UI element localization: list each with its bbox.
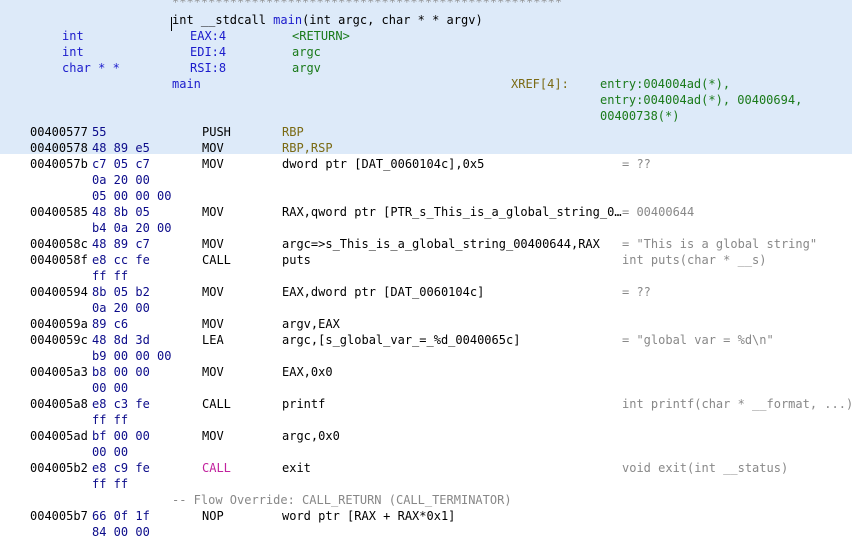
function-signature[interactable]: int __stdcall main(int argc, char * * ar… [172,12,483,28]
row-comment: = "This is a global string" [622,237,818,251]
row-mnemonic[interactable]: MOV [202,428,224,444]
row-address[interactable]: 00400578 [30,140,88,156]
row-bytes: 00 00 [92,381,129,395]
row-bytes: 0a 20 00 [92,173,150,187]
row-address[interactable]: 00400594 [30,284,88,300]
xref-entry[interactable]: entry:004004ad(*), [600,76,730,92]
row-bytes: ff ff [92,477,129,491]
param-name[interactable]: argc [292,44,321,60]
row-address[interactable]: 00400585 [30,204,88,220]
xref-entry[interactable]: entry:004004ad(*), 00400694, [600,92,802,108]
row-address[interactable]: 0040058f [30,252,88,268]
row-bytes: e8 c9 fe [92,461,150,475]
row-address[interactable]: 004005ad [30,428,88,444]
row-mnemonic[interactable]: MOV [202,284,224,300]
row-address[interactable]: 0040059a [30,316,88,332]
row-bytes: 00 00 [92,445,129,459]
row-bytes: b4 0a 20 00 [92,221,172,235]
row-address[interactable]: 004005b7 [30,508,88,524]
signature-prefix: int __stdcall [172,13,274,27]
param-name[interactable]: <RETURN> [292,28,350,44]
row-bytes: ff ff [92,413,129,427]
row-bytes: 0a 20 00 [92,301,150,315]
row-bytes: b9 00 00 00 [92,349,172,363]
row-bytes: 48 8d 3d [92,333,150,347]
row-mnemonic[interactable]: CALL [202,460,231,476]
row-bytes: e8 c3 fe [92,397,150,411]
row-address[interactable]: 0040058c [30,236,88,252]
row-bytes: 84 00 00 [92,525,150,539]
row-comment: int puts(char * __s) [622,253,767,267]
row-bytes: 05 00 00 00 [92,189,172,203]
row-operand[interactable]: puts [282,252,311,268]
row-bytes: 89 c6 [92,317,129,331]
row-mnemonic[interactable]: MOV [202,204,224,220]
signature-function-name[interactable]: main [273,13,302,27]
row-mnemonic[interactable]: MOV [202,140,224,156]
row-address[interactable]: 00400577 [30,124,88,140]
row-bytes: ff ff [92,269,129,283]
param-storage: EAX:4 [190,29,227,43]
row-operand[interactable]: RBP,RSP [282,140,333,156]
row-address[interactable]: 004005a3 [30,364,88,380]
row-bytes: 8b 05 b2 [92,285,150,299]
row-comment: = 00400644 [622,205,695,219]
row-bytes: c7 05 c7 [92,157,150,171]
row-bytes: 48 8b 05 [92,205,150,219]
param-type: int [62,29,84,43]
row-address[interactable]: 004005a8 [30,396,88,412]
row-operand[interactable]: RAX,qword ptr [PTR_s_This_is_a_global_st… [282,204,622,220]
row-operand[interactable]: argv,EAX [282,316,340,332]
row-mnemonic[interactable]: LEA [202,332,224,348]
row-bytes: 48 89 c7 [92,237,150,251]
xref-entry[interactable]: 00400738(*) [600,108,679,124]
row-address[interactable]: 004005b2 [30,460,88,476]
param-storage: RSI:8 [190,61,227,75]
param-type: char * * [62,61,120,75]
param-storage: EDI:4 [190,45,227,59]
row-bytes: 55 [92,125,107,139]
row-operand[interactable]: argc,0x0 [282,428,340,444]
row-operand[interactable]: dword ptr [DAT_0060104c],0x5 [282,156,484,172]
row-mnemonic[interactable]: MOV [202,156,224,172]
row-operand[interactable]: printf [282,396,325,412]
row-mnemonic[interactable]: MOV [202,236,224,252]
row-operand[interactable]: RBP [282,124,304,140]
row-mnemonic[interactable]: CALL [202,396,231,412]
row-operand[interactable]: exit [282,460,311,476]
param-type: int [62,45,84,59]
row-comment: int printf(char * __format, ...) [622,397,852,411]
row-bytes: b8 00 00 [92,365,150,379]
row-bytes: 66 0f 1f [92,509,150,523]
row-operand[interactable]: word ptr [RAX + RAX*0x1] [282,508,455,524]
row-mnemonic[interactable]: NOP [202,508,224,524]
flow-override-note: -- Flow Override: CALL_RETURN (CALL_TERM… [172,493,512,507]
row-bytes: e8 cc fe [92,253,150,267]
signature-suffix: (int argc, char * * argv) [302,13,483,27]
row-mnemonic[interactable]: PUSH [202,124,231,140]
row-address[interactable]: 0040059c [30,332,88,348]
param-name[interactable]: argv [292,60,321,76]
row-operand[interactable]: argc,[s_global_var_=_%d_0040065c] [282,332,520,348]
row-operand[interactable]: argc=>s_This_is_a_global_string_00400644… [282,236,600,252]
row-comment: = "global var = %d\n" [622,333,774,347]
row-comment: void exit(int __status) [622,461,789,475]
row-mnemonic[interactable]: MOV [202,316,224,332]
row-operand[interactable]: EAX,dword ptr [DAT_0060104c] [282,284,484,300]
row-comment: = ?? [622,157,651,171]
row-bytes: bf 00 00 [92,429,150,443]
header-separator: ****************************************… [172,0,563,9]
row-mnemonic[interactable]: CALL [202,252,231,268]
xref-label: XREF[4]: [511,77,569,91]
row-bytes: 48 89 e5 [92,141,150,155]
row-comment: = ?? [622,285,651,299]
row-operand[interactable]: EAX,0x0 [282,364,333,380]
function-label[interactable]: main [172,76,201,92]
row-mnemonic[interactable]: MOV [202,364,224,380]
row-address[interactable]: 0040057b [30,156,88,172]
